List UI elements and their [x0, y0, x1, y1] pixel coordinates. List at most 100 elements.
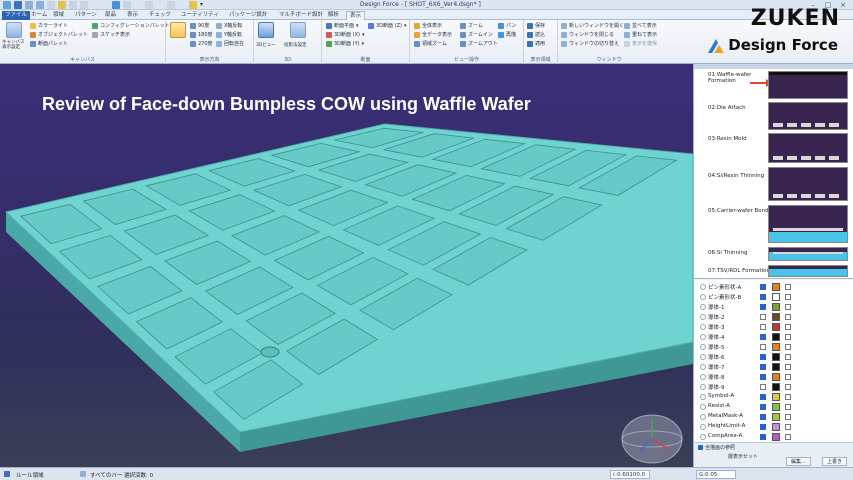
eye-icon[interactable]	[700, 394, 706, 400]
layer-visible-checkbox[interactable]	[760, 394, 766, 400]
tab-home[interactable]: ホーム	[28, 11, 50, 20]
layer-row[interactable]: HeightLimit-A	[694, 422, 853, 432]
layer-row[interactable]: 導体-3	[694, 322, 853, 332]
redraw-button[interactable]: 再描	[498, 31, 516, 38]
switch-window-button[interactable]: ウィンドウの切り替え	[561, 40, 619, 47]
layer-lock-checkbox[interactable]	[785, 294, 791, 300]
3d-view-icon[interactable]	[258, 22, 274, 38]
layer-lock-checkbox[interactable]	[785, 394, 791, 400]
eye-icon[interactable]	[700, 304, 706, 310]
layer-lock-checkbox[interactable]	[785, 404, 791, 410]
quick-access-chevron-icon[interactable]: ▾	[200, 1, 208, 9]
filter-icon[interactable]	[4, 471, 10, 477]
process-step[interactable]: 04:Si/Resin Thinning	[698, 167, 853, 203]
waffle-wafer-model[interactable]	[0, 64, 693, 467]
layer-visible-checkbox[interactable]	[760, 414, 766, 420]
eye-icon[interactable]	[700, 334, 706, 340]
layer-color-swatch[interactable]	[772, 393, 780, 401]
rotate-90-button[interactable]: 90度	[190, 22, 209, 29]
layer-color-swatch[interactable]	[772, 403, 780, 411]
tab-analysis[interactable]: 解析	[325, 11, 342, 20]
measure-icon[interactable]	[69, 1, 77, 9]
layer-lock-checkbox[interactable]	[785, 364, 791, 370]
rotate-180-button[interactable]: 180度	[190, 31, 213, 38]
print-icon[interactable]	[47, 1, 55, 9]
eye-icon[interactable]	[700, 434, 706, 440]
pan-button[interactable]: パン	[498, 22, 516, 29]
layer-row[interactable]: MetalMask-A	[694, 412, 853, 422]
bars-icon[interactable]	[80, 471, 86, 477]
layer-lock-checkbox[interactable]	[785, 334, 791, 340]
layer-lock-checkbox[interactable]	[785, 424, 791, 430]
config-palette-button[interactable]: コンフィグレーションパレット	[92, 22, 170, 29]
layer-color-swatch[interactable]	[772, 373, 780, 381]
filter-icon[interactable]	[167, 1, 175, 9]
redo-icon[interactable]	[36, 1, 44, 9]
tab-component[interactable]: 部品	[102, 11, 119, 20]
section-y-button[interactable]: 3D断面 (Y) ▾	[326, 40, 364, 47]
layer-color-swatch[interactable]	[772, 323, 780, 331]
layer-color-swatch[interactable]	[772, 293, 780, 301]
x-mirror-button[interactable]: X軸反転	[216, 22, 242, 29]
eye-icon[interactable]	[700, 284, 706, 290]
layer-visible-checkbox[interactable]	[760, 424, 766, 430]
eye-icon[interactable]	[700, 364, 706, 370]
close-window-button[interactable]: ウィンドウを閉じる	[561, 31, 614, 38]
canvas-icon[interactable]	[6, 22, 22, 38]
eye-icon[interactable]	[700, 354, 706, 360]
area-zoom-button[interactable]: 領域ズーム	[414, 40, 447, 47]
layer-visible-checkbox[interactable]	[760, 434, 766, 440]
layer-lock-checkbox[interactable]	[785, 344, 791, 350]
layer-lock-checkbox[interactable]	[785, 284, 791, 290]
layer-row[interactable]: ピン素形状-A	[694, 282, 853, 292]
eye-icon[interactable]	[700, 294, 706, 300]
restore-button[interactable]: 表示を復帰	[624, 40, 657, 47]
snap-icon[interactable]	[80, 1, 88, 9]
sketch-button[interactable]: スケッチ表示	[92, 31, 130, 38]
layer-lock-checkbox[interactable]	[785, 304, 791, 310]
layer-color-swatch[interactable]	[772, 413, 780, 421]
layer-row[interactable]: 導体-4	[694, 332, 853, 342]
zoom-in-button[interactable]: ズームイン	[460, 31, 493, 38]
object-palette-button[interactable]: オブジェクトパレット	[30, 31, 88, 38]
layer-row[interactable]: 導体-5	[694, 342, 853, 352]
orientation-gizmo-icon[interactable]	[620, 409, 684, 465]
layer-visible-checkbox[interactable]	[760, 294, 766, 300]
layer-visible-checkbox[interactable]	[760, 384, 766, 390]
tab-file[interactable]: ファイル	[2, 11, 31, 20]
layer-visible-checkbox[interactable]	[760, 344, 766, 350]
tab-utility[interactable]: ユーティリティ	[178, 11, 222, 20]
layer-color-swatch[interactable]	[772, 283, 780, 291]
all-bars-label[interactable]: すべてのバー	[90, 471, 122, 479]
apply-view-button[interactable]: 適用	[527, 40, 545, 47]
rule-area-mode[interactable]: ルール領域	[16, 471, 44, 479]
process-step[interactable]: 01:Waffle-wafer Formation	[698, 71, 853, 101]
layer-lock-checkbox[interactable]	[785, 324, 791, 330]
undo-icon[interactable]	[25, 1, 33, 9]
layer-visible-checkbox[interactable]	[760, 304, 766, 310]
edit-button[interactable]: 編集...	[786, 457, 811, 466]
eye-icon[interactable]	[700, 404, 706, 410]
layer-visible-checkbox[interactable]	[760, 324, 766, 330]
section-z-button[interactable]: 3D断面 (Z) ▾	[368, 22, 406, 29]
section-x-button[interactable]: 3D断面 (X) ▾	[326, 31, 364, 38]
layer-icon[interactable]	[145, 1, 153, 9]
tab-package[interactable]: パッケージ設計	[226, 11, 270, 20]
section-palette-button[interactable]: 断面パレット	[30, 40, 68, 47]
tab-check[interactable]: チェック	[146, 11, 174, 20]
layer-visible-checkbox[interactable]	[760, 404, 766, 410]
layer-row[interactable]: Resist-A	[694, 402, 853, 412]
save-icon[interactable]	[14, 1, 22, 9]
grid-setting[interactable]: G:0.05	[696, 470, 736, 479]
all-data-button[interactable]: 全データ表示	[414, 31, 452, 38]
process-step[interactable]: 06:Si Thinning	[698, 247, 853, 263]
process-step[interactable]: 03:Resin Mold	[698, 133, 853, 165]
layer-row[interactable]: 導体-2	[694, 312, 853, 322]
rotate-270-button[interactable]: 270度	[190, 40, 213, 47]
3d-view-button[interactable]: 3Dビュー	[256, 42, 276, 48]
cascade-button[interactable]: 重ねて表示	[624, 31, 657, 38]
layer-lock-checkbox[interactable]	[785, 414, 791, 420]
eye-icon[interactable]	[700, 344, 706, 350]
fit-all-button[interactable]: 全体表示	[414, 22, 442, 29]
all-layers-checkbox[interactable]: 全描画の参照	[698, 444, 735, 451]
